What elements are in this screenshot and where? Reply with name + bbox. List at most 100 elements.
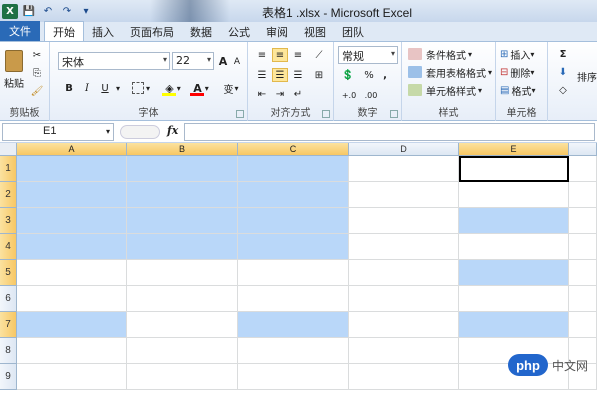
format-as-table-button[interactable]: 套用表格格式 ▾ xyxy=(408,64,496,80)
phonetic-button[interactable]: 变 ▾ xyxy=(220,80,242,96)
cell-styles-button[interactable]: 单元格样式 ▾ xyxy=(408,82,494,98)
cell-f1[interactable] xyxy=(569,156,597,182)
cell-b6[interactable] xyxy=(127,286,238,312)
name-box[interactable]: E1 ▾ xyxy=(2,123,114,141)
cell-c8[interactable] xyxy=(238,338,349,364)
cell-d5[interactable] xyxy=(349,260,459,286)
cell-c3[interactable] xyxy=(238,208,349,234)
orientation-icon[interactable]: ⟋ xyxy=(310,48,328,62)
tab-page-layout[interactable]: 页面布局 xyxy=(122,22,182,41)
cell-d6[interactable] xyxy=(349,286,459,312)
cell-b4[interactable] xyxy=(127,234,238,260)
cell-c9[interactable] xyxy=(238,364,349,390)
currency-icon[interactable]: 💲 xyxy=(338,68,358,82)
increase-decimal-icon[interactable]: +.0 xyxy=(340,88,358,102)
formula-bar-resize-handle[interactable] xyxy=(120,125,160,139)
customize-qat-icon[interactable]: ▾ xyxy=(78,4,94,19)
decrease-decimal-icon[interactable]: .00 xyxy=(362,88,380,102)
shrink-font-button[interactable]: A xyxy=(231,54,243,70)
dialog-launcher-icon[interactable] xyxy=(236,110,244,118)
save-icon[interactable]: 💾 xyxy=(21,4,37,19)
cell-f6[interactable] xyxy=(569,286,597,312)
align-left-icon[interactable]: ☰ xyxy=(254,68,270,82)
percent-button[interactable]: % xyxy=(362,68,376,82)
cell-e3[interactable] xyxy=(459,208,569,234)
align-top-icon[interactable]: ≡ xyxy=(254,48,270,62)
cell-b3[interactable] xyxy=(127,208,238,234)
column-header-d[interactable]: D xyxy=(349,143,459,156)
font-color-button[interactable]: A ▾ xyxy=(188,80,214,96)
dialog-launcher-icon[interactable] xyxy=(322,110,330,118)
underline-button[interactable]: U xyxy=(98,80,112,96)
cell-b2[interactable] xyxy=(127,182,238,208)
row-header-6[interactable]: 6 xyxy=(0,286,17,312)
cell-a3[interactable] xyxy=(17,208,127,234)
row-header-4[interactable]: 4 xyxy=(0,234,17,260)
column-header-c[interactable]: C xyxy=(238,143,349,156)
align-bottom-icon[interactable]: ≡ xyxy=(290,48,306,62)
font-size-select[interactable]: 22 ▾ xyxy=(172,52,214,70)
row-header-1[interactable]: 1 xyxy=(0,156,17,182)
cell-b5[interactable] xyxy=(127,260,238,286)
fill-icon[interactable]: ⬇ xyxy=(554,64,572,80)
cell-e2[interactable] xyxy=(459,182,569,208)
cell-f7[interactable] xyxy=(569,312,597,338)
cell-e4[interactable] xyxy=(459,234,569,260)
tab-insert[interactable]: 插入 xyxy=(84,22,122,41)
undo-icon[interactable]: ↶ xyxy=(40,4,56,19)
tab-view[interactable]: 视图 xyxy=(296,22,334,41)
cell-c4[interactable] xyxy=(238,234,349,260)
cell-a4[interactable] xyxy=(17,234,127,260)
tab-data[interactable]: 数据 xyxy=(182,22,220,41)
cell-f2[interactable] xyxy=(569,182,597,208)
cell-c7[interactable] xyxy=(238,312,349,338)
cell-b7[interactable] xyxy=(127,312,238,338)
merge-center-icon[interactable]: ⊞ xyxy=(310,68,328,82)
cell-c1[interactable] xyxy=(238,156,349,182)
grow-font-button[interactable]: A xyxy=(216,52,230,70)
increase-indent-icon[interactable]: ⇥ xyxy=(272,87,288,101)
cell-d7[interactable] xyxy=(349,312,459,338)
cell-c6[interactable] xyxy=(238,286,349,312)
font-name-select[interactable]: 宋体 ▾ xyxy=(58,52,170,70)
fill-color-button[interactable]: ◈ ▾ xyxy=(160,80,186,96)
column-header-b[interactable]: B xyxy=(127,143,238,156)
align-middle-icon[interactable]: ≡ xyxy=(272,48,288,62)
copy-icon[interactable]: ⎘ xyxy=(30,66,44,80)
border-button[interactable]: ▾ xyxy=(130,80,152,96)
cell-c5[interactable] xyxy=(238,260,349,286)
row-header-7[interactable]: 7 xyxy=(0,312,17,338)
cell-d8[interactable] xyxy=(349,338,459,364)
cut-icon[interactable]: ✂ xyxy=(30,48,44,62)
select-all-button[interactable] xyxy=(0,143,17,156)
comma-button[interactable]: , xyxy=(378,68,392,82)
cell-b9[interactable] xyxy=(127,364,238,390)
bold-button[interactable]: B xyxy=(62,80,76,96)
cell-e1[interactable] xyxy=(459,156,569,182)
autosum-button[interactable]: Σ xyxy=(554,46,572,62)
row-header-2[interactable]: 2 xyxy=(0,182,17,208)
row-header-9[interactable]: 9 xyxy=(0,364,17,390)
paste-button[interactable]: 粘贴 xyxy=(2,46,26,94)
row-header-8[interactable]: 8 xyxy=(0,338,17,364)
cell-f3[interactable] xyxy=(569,208,597,234)
sort-filter-button[interactable]: 排序 xyxy=(574,68,597,84)
cell-e7[interactable] xyxy=(459,312,569,338)
cell-a8[interactable] xyxy=(17,338,127,364)
decrease-indent-icon[interactable]: ⇤ xyxy=(254,87,270,101)
tab-home[interactable]: 开始 xyxy=(44,21,84,41)
cell-d2[interactable] xyxy=(349,182,459,208)
delete-cells-button[interactable]: ⊟ 删除 ▾ xyxy=(500,64,546,80)
cell-d4[interactable] xyxy=(349,234,459,260)
row-header-5[interactable]: 5 xyxy=(0,260,17,286)
format-painter-icon[interactable]: 🖌 xyxy=(30,84,44,98)
wrap-text-icon[interactable]: ↵ xyxy=(290,87,306,101)
align-right-icon[interactable]: ☰ xyxy=(290,68,306,82)
conditional-format-button[interactable]: 条件格式 ▾ xyxy=(408,46,494,62)
tab-file[interactable]: 文件 xyxy=(0,21,40,41)
cell-e6[interactable] xyxy=(459,286,569,312)
cell-f4[interactable] xyxy=(569,234,597,260)
tab-review[interactable]: 审阅 xyxy=(258,22,296,41)
cell-d9[interactable] xyxy=(349,364,459,390)
column-header-f[interactable] xyxy=(569,143,597,156)
